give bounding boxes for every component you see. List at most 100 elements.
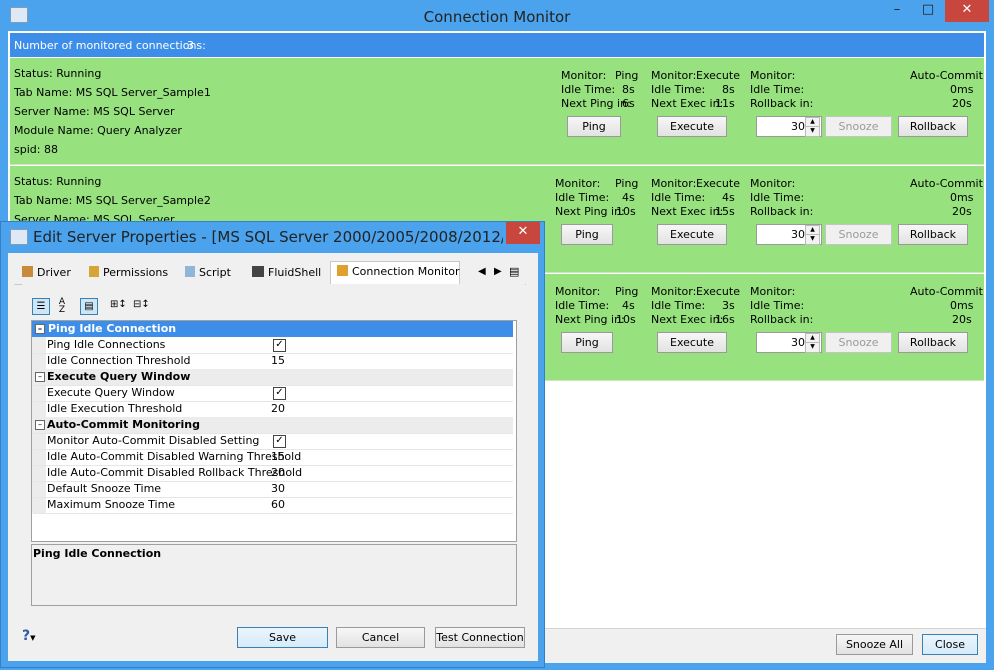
collapse-icon[interactable]: – bbox=[35, 324, 45, 334]
collapse-icon[interactable]: – bbox=[35, 372, 45, 382]
property-name: Execute Query Window bbox=[47, 386, 175, 399]
close-window-button[interactable]: ✕ bbox=[945, 0, 989, 22]
description-panel: Ping Idle Connection bbox=[31, 544, 517, 606]
ping-button[interactable]: Ping bbox=[561, 332, 613, 353]
property-row[interactable]: Idle Connection Threshold 15 bbox=[33, 353, 513, 370]
property-name: Ping Idle Connections bbox=[47, 338, 166, 351]
auto-idle-label: Idle Time: bbox=[750, 83, 805, 96]
exec-next-value: 11s bbox=[715, 97, 735, 110]
property-row[interactable]: Maximum Snooze Time 60 bbox=[33, 497, 513, 514]
checkbox-checked-icon[interactable]: ✓ bbox=[273, 339, 286, 352]
property-row[interactable]: Idle Auto-Commit Disabled Warning Thresh… bbox=[33, 449, 513, 466]
property-name: Idle Auto-Commit Disabled Warning Thresh… bbox=[47, 450, 302, 463]
save-button[interactable]: Save bbox=[237, 627, 328, 648]
exec-idle-value: 8s bbox=[722, 83, 735, 96]
module-name-text: Module Name: Query Analyzer bbox=[14, 124, 182, 137]
categorized-view-icon[interactable]: ☰ bbox=[32, 298, 50, 315]
property-row[interactable]: Ping Idle Connections ✓ bbox=[33, 337, 513, 354]
snooze-button[interactable]: Snooze bbox=[825, 332, 892, 353]
tab-permissions[interactable]: Permissions bbox=[89, 263, 168, 283]
checkbox-checked-icon[interactable]: ✓ bbox=[273, 435, 286, 448]
exec-next-value: 16s bbox=[715, 313, 735, 326]
execute-button[interactable]: Execute bbox=[657, 116, 727, 137]
snooze-time-spinner[interactable]: 30 ▲ ▼ bbox=[756, 332, 822, 353]
exec-idle-label: Idle Time: bbox=[651, 83, 706, 96]
connection-panel-1: Status: Running Tab Name: MS SQL Server_… bbox=[10, 58, 984, 165]
property-name: Idle Execution Threshold bbox=[47, 402, 183, 415]
ping-monitor-value: Ping bbox=[615, 177, 639, 190]
execute-button[interactable]: Execute bbox=[657, 224, 727, 245]
property-row[interactable]: Monitor Auto-Commit Disabled Setting ✓ bbox=[33, 433, 513, 450]
ping-next-value: 10s bbox=[616, 205, 636, 218]
snooze-time-spinner[interactable]: 30 ▲ ▼ bbox=[756, 116, 822, 137]
ping-next-value: 10s bbox=[616, 313, 636, 326]
exec-idle-label: Idle Time: bbox=[651, 299, 706, 312]
property-pages-icon[interactable]: ▤ bbox=[80, 298, 98, 315]
ping-button[interactable]: Ping bbox=[561, 224, 613, 245]
snooze-button[interactable]: Snooze bbox=[825, 224, 892, 245]
ping-next-label: Next Ping in: bbox=[555, 205, 625, 218]
property-row[interactable]: Idle Auto-Commit Disabled Rollback Thres… bbox=[33, 465, 513, 482]
maximize-button[interactable]: □ bbox=[913, 0, 943, 22]
auto-idle-label: Idle Time: bbox=[750, 299, 805, 312]
alphabetical-sort-icon[interactable]: AZ bbox=[54, 298, 70, 315]
auto-rollback-value: 20s bbox=[952, 97, 972, 110]
test-connection-button[interactable]: Test Connection bbox=[435, 627, 525, 648]
snooze-button[interactable]: Snooze bbox=[825, 116, 892, 137]
ping-idle-label: Idle Time: bbox=[561, 83, 616, 96]
property-row[interactable]: Default Snooze Time 30 bbox=[33, 481, 513, 498]
tab-scroll-left-icon[interactable]: ◀ bbox=[478, 266, 486, 277]
category-execute-query-window[interactable]: – Execute Query Window bbox=[32, 369, 513, 386]
checkbox-checked-icon[interactable]: ✓ bbox=[273, 387, 286, 400]
ping-button[interactable]: Ping bbox=[567, 116, 621, 137]
collapse-icon[interactable]: – bbox=[35, 420, 45, 430]
rollback-button[interactable]: Rollback bbox=[898, 332, 968, 353]
property-value: 20 bbox=[271, 466, 285, 479]
tab-script[interactable]: Script bbox=[185, 263, 231, 283]
monitored-header: Number of monitored connections: 3 bbox=[10, 33, 984, 57]
tab-permissions-label: Permissions bbox=[103, 266, 169, 279]
snooze-time-spinner[interactable]: 30 ▲ ▼ bbox=[756, 224, 822, 245]
tab-fluidshell[interactable]: FluidShell bbox=[252, 263, 321, 283]
property-row[interactable]: Idle Execution Threshold 20 bbox=[33, 401, 513, 418]
execute-button[interactable]: Execute bbox=[657, 332, 727, 353]
spinner-down-icon[interactable]: ▼ bbox=[805, 234, 820, 245]
window-title: Connection Monitor bbox=[423, 8, 571, 26]
ping-monitor-label: Monitor: bbox=[555, 285, 601, 298]
auto-rollback-value: 20s bbox=[952, 205, 972, 218]
script-icon bbox=[185, 266, 195, 277]
status-text: Status: Running bbox=[14, 175, 102, 188]
property-name: Default Snooze Time bbox=[47, 482, 162, 495]
minimize-button[interactable]: – bbox=[882, 0, 912, 22]
tab-driver[interactable]: Driver bbox=[22, 263, 71, 283]
tab-list-icon[interactable]: ▤ bbox=[509, 265, 519, 278]
property-value: 15 bbox=[271, 354, 285, 367]
exec-next-label: Next Exec in: bbox=[651, 313, 724, 326]
cancel-button[interactable]: Cancel bbox=[336, 627, 425, 648]
property-row[interactable]: Execute Query Window ✓ bbox=[33, 385, 513, 402]
auto-idle-value: 0ms bbox=[950, 191, 974, 204]
property-name: Monitor Auto-Commit Disabled Setting bbox=[47, 434, 260, 447]
close-button[interactable]: Close bbox=[922, 634, 978, 655]
spinner-down-icon[interactable]: ▼ bbox=[805, 126, 820, 137]
ping-idle-label: Idle Time: bbox=[555, 191, 610, 204]
rollback-button[interactable]: Rollback bbox=[898, 224, 968, 245]
category-ping-idle-connection[interactable]: – Ping Idle Connection bbox=[32, 321, 513, 337]
help-button[interactable]: ?▼ bbox=[22, 628, 36, 644]
auto-monitor-value: Auto-Commit bbox=[910, 177, 983, 190]
auto-rollback-label: Rollback in: bbox=[750, 205, 814, 218]
tab-scroll-right-icon[interactable]: ▶ bbox=[494, 266, 502, 277]
ping-monitor-value: Ping bbox=[615, 69, 639, 82]
dialog-title: Edit Server Properties - [MS SQL Server … bbox=[33, 228, 503, 246]
category-auto-commit-monitoring[interactable]: – Auto-Commit Monitoring bbox=[32, 417, 513, 434]
property-name: Maximum Snooze Time bbox=[47, 498, 176, 511]
spinner-down-icon[interactable]: ▼ bbox=[805, 342, 820, 353]
collapse-all-icon[interactable]: ⊟↕ bbox=[133, 299, 151, 314]
snooze-all-button[interactable]: Snooze All bbox=[836, 634, 913, 655]
ping-next-label: Next Ping in: bbox=[561, 97, 631, 110]
dialog-close-button[interactable]: ✕ bbox=[506, 222, 540, 244]
expand-all-icon[interactable]: ⊞↕ bbox=[110, 299, 128, 314]
rollback-button[interactable]: Rollback bbox=[898, 116, 968, 137]
status-text: Status: Running bbox=[14, 67, 102, 80]
tab-connection-monitor[interactable]: Connection Monitor bbox=[330, 261, 460, 284]
